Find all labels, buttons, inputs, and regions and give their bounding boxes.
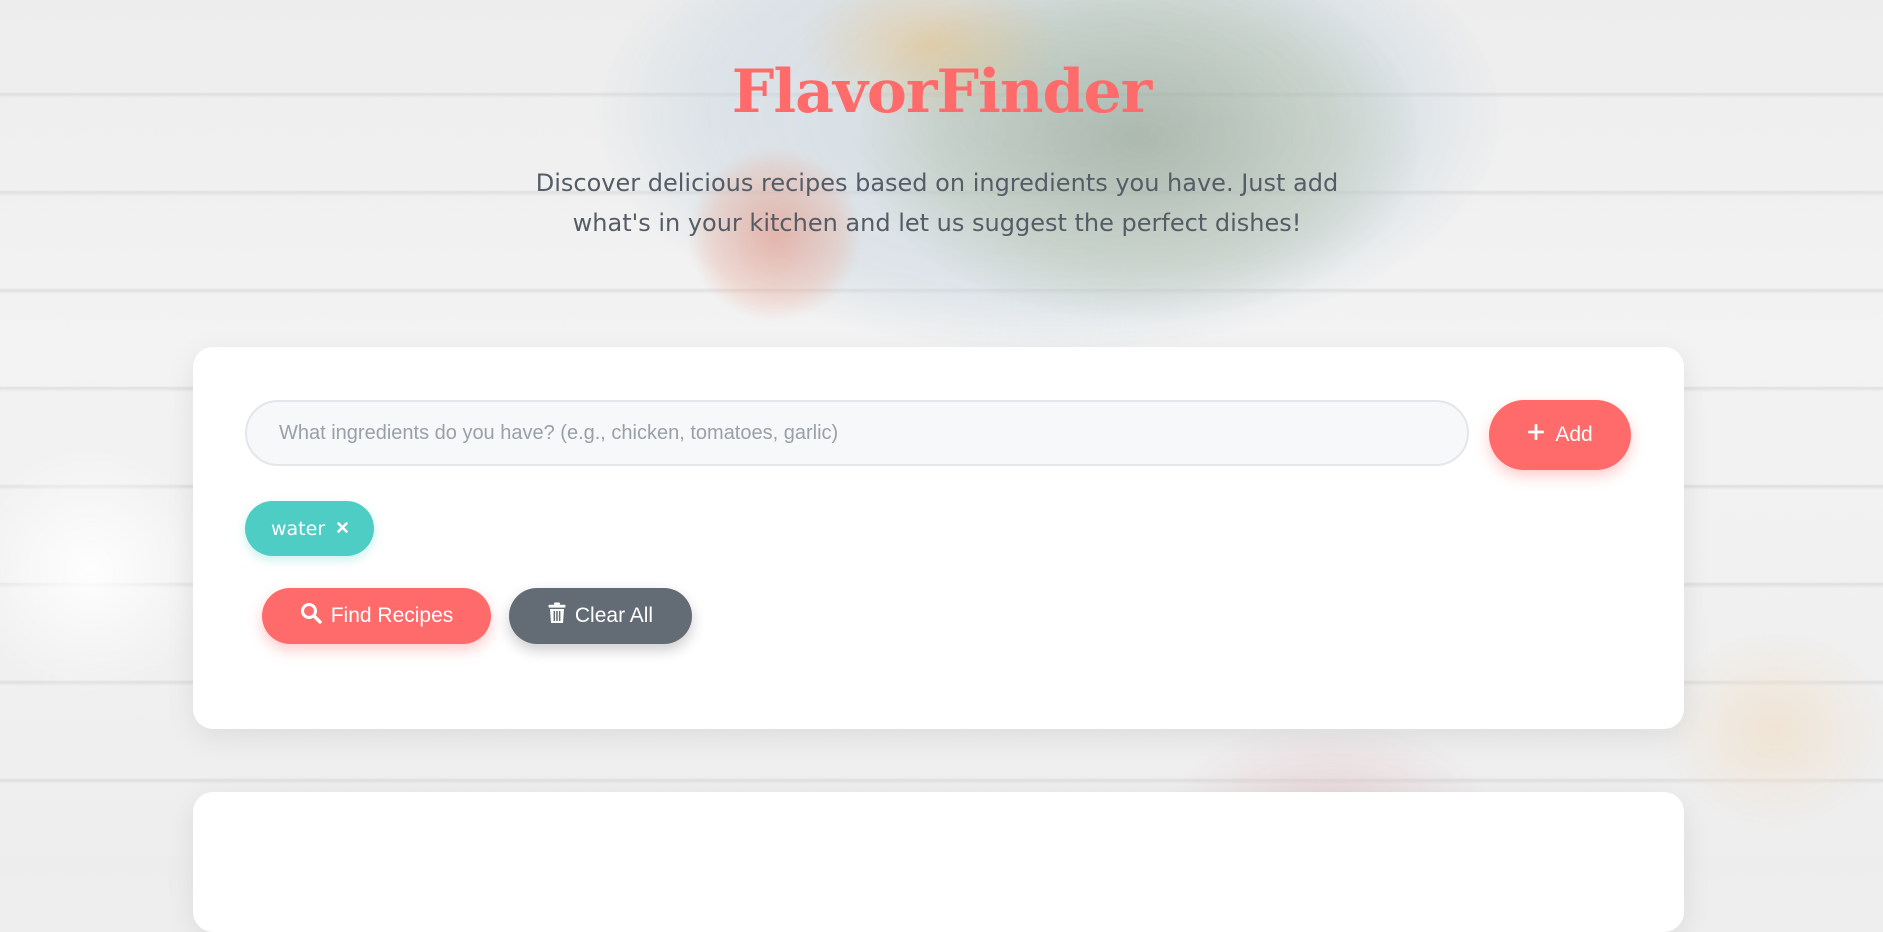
- ingredient-tag-label: water: [271, 517, 326, 540]
- plus-icon: [1527, 423, 1545, 447]
- background-egg-image: [1660, 630, 1883, 830]
- clear-all-button[interactable]: Clear All: [509, 588, 692, 644]
- background-flowers-image: [0, 440, 220, 700]
- find-recipes-button[interactable]: Find Recipes: [262, 588, 491, 644]
- close-icon[interactable]: [337, 521, 348, 537]
- ingredient-tag-list: water: [245, 501, 375, 556]
- app-tagline: Discover delicious recipes based on ingr…: [535, 169, 1339, 237]
- ingredient-input[interactable]: [245, 400, 1469, 466]
- results-card: [193, 792, 1684, 932]
- search-icon: [300, 602, 322, 630]
- clear-all-label: Clear All: [574, 604, 654, 627]
- add-button-label: Add: [1555, 423, 1593, 446]
- trash-icon: [548, 602, 566, 630]
- ingredient-search-card: Add water Find Recipes: [193, 347, 1684, 729]
- app-title: FlavorFinder: [731, 57, 1153, 127]
- ingredient-tag: water: [245, 501, 375, 556]
- action-buttons: Find Recipes Clear All: [262, 588, 692, 644]
- add-ingredient-button[interactable]: Add: [1489, 400, 1631, 470]
- find-recipes-label: Find Recipes: [330, 604, 454, 627]
